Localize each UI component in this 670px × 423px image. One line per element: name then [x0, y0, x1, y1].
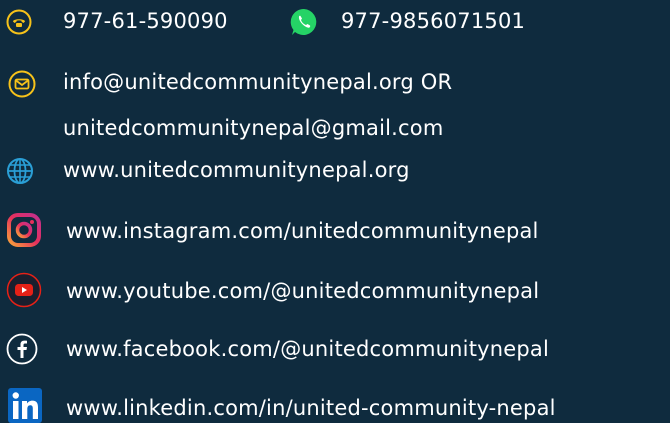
whatsapp-number[interactable]: 977-9856071501 [341, 11, 525, 32]
instagram-link[interactable]: www.instagram.com/unitedcommunitynepal [66, 221, 539, 242]
whatsapp-icon [290, 8, 317, 36]
email-secondary[interactable]: unitedcommunitynepal@gmail.com [63, 118, 443, 139]
email-icon [8, 70, 36, 98]
youtube-link[interactable]: www.youtube.com/@unitedcommunitynepal [66, 281, 539, 302]
globe-icon [7, 158, 33, 184]
phone-number[interactable]: 977-61-590090 [63, 11, 228, 32]
website-link[interactable]: www.unitedcommunitynepal.org [63, 160, 410, 181]
facebook-icon [6, 333, 38, 365]
email-primary[interactable]: info@unitedcommunitynepal.org OR [63, 72, 452, 93]
instagram-icon [7, 213, 41, 247]
youtube-icon [6, 272, 42, 308]
phone-icon [6, 9, 32, 35]
linkedin-icon [8, 388, 42, 423]
linkedin-link[interactable]: www.linkedin.com/in/united-community-nep… [66, 398, 556, 419]
facebook-link[interactable]: www.facebook.com/@unitedcommunitynepal [66, 339, 549, 360]
